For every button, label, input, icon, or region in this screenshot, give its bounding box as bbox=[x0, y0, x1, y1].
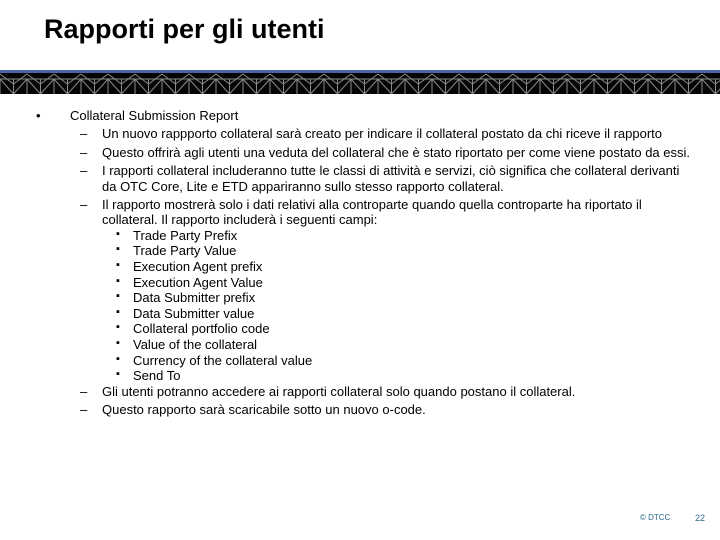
page-number: 22 bbox=[695, 513, 706, 523]
sub-bullet: – Questo offrirà agli utenti una veduta … bbox=[0, 145, 720, 160]
field-item: ▪ Currency of the collateral value bbox=[0, 353, 720, 369]
square-bullet: ▪ bbox=[116, 274, 120, 287]
field-item: ▪ Execution Agent Value bbox=[0, 275, 720, 291]
field-item: ▪ Trade Party Prefix bbox=[0, 228, 720, 244]
field-text: Trade Party Value bbox=[133, 243, 237, 259]
dash: – bbox=[80, 197, 88, 213]
dash: – bbox=[80, 383, 88, 399]
field-item: ▪ Trade Party Value bbox=[0, 243, 720, 259]
square-bullet: ▪ bbox=[116, 305, 120, 318]
square-bullet: ▪ bbox=[116, 243, 120, 256]
square-bullet: ▪ bbox=[116, 259, 120, 272]
field-text: Data Submitter value bbox=[133, 305, 255, 321]
field-text: Send To bbox=[133, 368, 181, 384]
field-text: Value of the collateral bbox=[133, 337, 258, 352]
bullet-label: Collateral Submission Report bbox=[70, 108, 239, 123]
bullet-dot: • bbox=[36, 108, 41, 123]
dash: – bbox=[80, 126, 88, 142]
header-truss-band bbox=[0, 70, 720, 94]
sub-bullet: – Un nuovo rappporto collateral sarà cre… bbox=[0, 126, 720, 141]
slide-body: • Collateral Submission Report – Un nuov… bbox=[0, 108, 720, 418]
field-item: ▪ Collateral portfolio code bbox=[0, 321, 720, 337]
sub-bullet: – I rapporti collateral includeranno tut… bbox=[0, 163, 720, 194]
sub-bullet: – Questo rapporto sarà scaricabile sotto… bbox=[0, 402, 720, 417]
copyright-text: © DTCC bbox=[640, 513, 671, 522]
field-text: Execution Agent Value bbox=[133, 274, 263, 290]
field-text: Trade Party Prefix bbox=[133, 227, 238, 243]
square-bullet: ▪ bbox=[116, 227, 120, 240]
field-item: ▪ Send To bbox=[0, 368, 720, 384]
sub-bullet-text: Gli utenti potranno accedere ai rapporti… bbox=[102, 383, 576, 399]
dash: – bbox=[80, 144, 88, 160]
square-bullet: ▪ bbox=[116, 352, 120, 365]
field-item: ▪ Value of the collateral bbox=[0, 337, 720, 353]
square-bullet: ▪ bbox=[116, 368, 120, 381]
sub-bullet: – Il rapporto mostrerà solo i dati relat… bbox=[0, 197, 720, 228]
field-item: ▪ Data Submitter value bbox=[0, 306, 720, 322]
field-list: ▪ Trade Party Prefix ▪ Trade Party Value ▪… bbox=[0, 228, 720, 384]
dash: – bbox=[80, 402, 88, 418]
field-text: Execution Agent prefix bbox=[133, 259, 263, 275]
field-item: ▪ Data Submitter prefix bbox=[0, 290, 720, 306]
dash: – bbox=[80, 163, 88, 179]
field-text: Currency of the collateral value bbox=[133, 352, 313, 368]
sub-bullet: – Gli utenti potranno accedere ai rappor… bbox=[0, 384, 720, 399]
field-text: Data Submitter prefix bbox=[133, 290, 256, 306]
field-item: ▪ Execution Agent prefix bbox=[0, 259, 720, 275]
sub-bullet-text: I rapporti collateral includeranno tutte… bbox=[102, 163, 680, 194]
sub-bullet-text: Questo rapporto sarà scaricabile sotto u… bbox=[102, 402, 426, 418]
square-bullet: ▪ bbox=[116, 290, 120, 303]
sub-bullet-text: Un nuovo rappporto collateral sarà creat… bbox=[102, 126, 663, 142]
slide-title: Rapporti per gli utenti bbox=[44, 14, 325, 44]
bullet-collateral-submission-report: • Collateral Submission Report bbox=[0, 108, 720, 123]
sub-bullet-text: Questo offrirà agli utenti una veduta de… bbox=[102, 144, 690, 160]
sub-bullet-text: Il rapporto mostrerà solo i dati relativ… bbox=[102, 197, 642, 228]
square-bullet: ▪ bbox=[116, 337, 120, 349]
field-text: Collateral portfolio code bbox=[133, 321, 270, 337]
square-bullet: ▪ bbox=[116, 321, 120, 334]
